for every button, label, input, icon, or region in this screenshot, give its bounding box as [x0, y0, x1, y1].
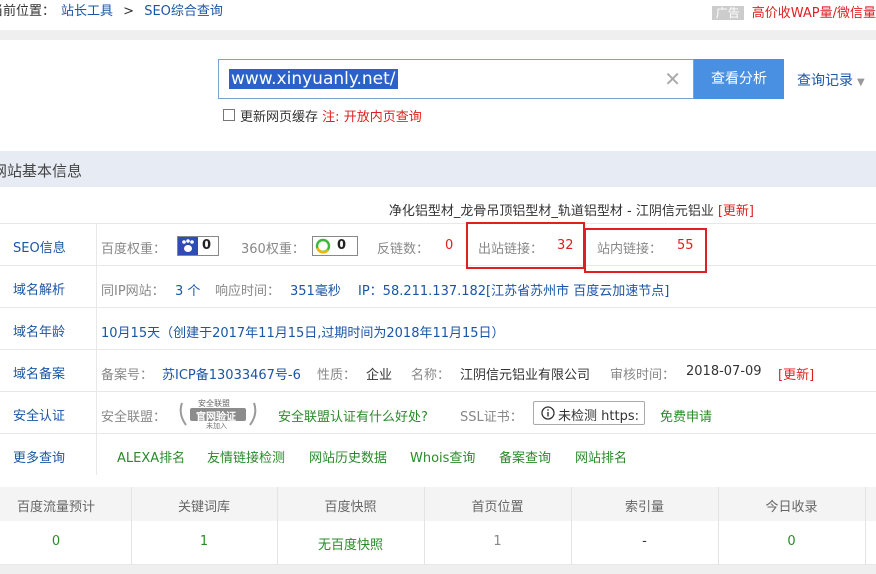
- stats-divider: [131, 487, 132, 565]
- backlinks-label: 反链数：: [377, 242, 430, 257]
- alliance-label: 安全联盟：: [101, 410, 167, 425]
- icp-label[interactable]: 域名备案: [13, 363, 65, 382]
- stats-value-today[interactable]: 0: [718, 534, 865, 549]
- dns-label[interactable]: 域名解析: [13, 279, 65, 298]
- site-title: 净化铝型材_龙骨吊顶铝型材_轨道铝型材 - 江阴信元铝业 [更新]: [389, 200, 754, 219]
- stats-divider: [865, 487, 866, 565]
- search-input-value[interactable]: www.xinyuanly.net/: [229, 69, 398, 89]
- table-column-divider: [96, 224, 97, 475]
- update-cache-checkbox[interactable]: [223, 109, 235, 121]
- search-input[interactable]: www.xinyuanly.net/ ✕: [218, 59, 694, 99]
- alliance-benefit-link[interactable]: 安全联盟认证有什么好处?: [278, 406, 428, 425]
- query-history-dropdown[interactable]: 查询记录 ▼: [797, 70, 865, 90]
- icp-no-value[interactable]: 苏ICP备13033467号-6: [162, 364, 301, 383]
- icp-audit-label: 审核时间：: [610, 368, 676, 383]
- site-title-update-link[interactable]: [更新]: [718, 204, 754, 219]
- ad-text[interactable]: 高价收WAP量/微信量: [752, 6, 876, 21]
- baidu-weight-badge[interactable]: 0: [177, 236, 219, 256]
- stats-value-index: -: [642, 534, 647, 549]
- stats-value-keywords[interactable]: 1: [131, 534, 277, 549]
- ip-info-link[interactable]: IP：58.211.137.182[江苏省苏州市 百度云加速节点]: [358, 280, 669, 299]
- stats-value-home-position: 1: [493, 534, 502, 549]
- section-header: 网站基本信息: [0, 151, 876, 187]
- stats-header-keywords: 关键词库: [177, 500, 230, 515]
- more-link-ranking[interactable]: 网站排名: [575, 447, 627, 466]
- stats-header-baidu-traffic: 百度流量预计: [16, 500, 95, 515]
- breadcrumb-item-seo[interactable]: SEO综合查询: [144, 4, 223, 19]
- domain-age-value: 10月15天（创建于2017年11月15日,过期时间为2018年11月15日）: [101, 326, 505, 341]
- outlinks-highlight-box: [466, 222, 585, 269]
- ssl-free-apply-link[interactable]: 免费申请: [660, 406, 712, 425]
- backlinks-value[interactable]: 0: [445, 238, 453, 253]
- top-divider: [0, 30, 876, 40]
- more-link-friend-links[interactable]: 友情链接检测: [207, 447, 285, 466]
- icp-no-label: 备案号：: [101, 368, 154, 383]
- response-time-value: 351毫秒: [290, 284, 341, 299]
- baidu-weight-label: 百度权重：: [101, 242, 167, 257]
- 360-logo-icon: [315, 238, 331, 254]
- w360-weight-badge[interactable]: 0: [312, 236, 358, 256]
- update-cache-label: 更新网页缓存 注: 开放内页查询: [240, 106, 422, 125]
- more-link-whois[interactable]: Whois查询: [410, 447, 475, 466]
- open-inner-page-link[interactable]: 开放内页查询: [344, 110, 422, 125]
- inlinks-highlight-box: [584, 228, 707, 273]
- stats-value-snapshot[interactable]: 无百度快照: [277, 534, 424, 553]
- icp-name-value: 江阴信元铝业有限公司: [460, 368, 591, 383]
- icp-name-label: 名称：: [411, 368, 451, 383]
- stats-divider: [424, 487, 425, 565]
- stats-header-home-position: 首页位置: [471, 500, 524, 515]
- cache-note-prefix: 注:: [322, 110, 340, 125]
- security-label[interactable]: 安全认证: [13, 405, 65, 424]
- breadcrumb-prefix: 当前位置：: [0, 4, 56, 19]
- stats-header-snapshot: 百度快照: [324, 500, 377, 515]
- ssl-check-button[interactable]: 未检测 https:: [533, 401, 645, 425]
- stats-divider: [571, 487, 572, 565]
- response-time-label: 响应时间：: [215, 284, 281, 299]
- analyze-button[interactable]: 查看分析: [694, 59, 784, 99]
- stats-header-today: 今日收录: [765, 500, 818, 515]
- stats-divider: [718, 487, 719, 565]
- ssl-label: SSL证书：: [460, 410, 523, 425]
- icp-nature-value: 企业: [366, 368, 393, 383]
- section-title: 网站基本信息: [0, 162, 83, 180]
- more-link-alexa[interactable]: ALEXA排名: [117, 447, 185, 466]
- w360-weight-label: 360权重：: [241, 242, 305, 257]
- stats-header-index: 索引量: [624, 500, 664, 515]
- more-link-history[interactable]: 网站历史数据: [309, 447, 387, 466]
- baidu-paw-icon: [178, 237, 198, 255]
- breadcrumb: 当前位置： 站长工具 > SEO综合查询: [0, 0, 229, 19]
- icp-audit-value: 2018-07-09: [686, 364, 762, 379]
- info-icon: [541, 406, 555, 420]
- alliance-logo-sub: 未加入: [206, 422, 227, 430]
- ad-tag: 广告: [711, 6, 744, 20]
- update-cache-text[interactable]: 更新网页缓存: [240, 110, 318, 125]
- top-ad[interactable]: 广告 高价收WAP量/微信量: [711, 2, 876, 21]
- query-history-label[interactable]: 查询记录: [797, 73, 853, 89]
- more-queries-label[interactable]: 更多查询: [13, 447, 65, 466]
- baidu-weight-value: 0: [202, 238, 212, 253]
- breadcrumb-separator: >: [123, 4, 135, 19]
- same-ip-value[interactable]: 3 个: [175, 280, 200, 299]
- ssl-check-label: 未检测 https:: [558, 409, 639, 424]
- same-ip-label: 同IP网站：: [101, 284, 165, 299]
- domain-age-label[interactable]: 域名年龄: [13, 321, 65, 340]
- icp-nature-label: 性质：: [317, 368, 357, 383]
- chevron-down-icon: ▼: [857, 77, 865, 88]
- breadcrumb-item-tools[interactable]: 站长工具: [61, 4, 113, 19]
- w360-weight-value: 0: [337, 238, 347, 253]
- stats-divider: [277, 487, 278, 565]
- icp-update-link[interactable]: [更新]: [778, 364, 814, 383]
- stats-value-baidu-traffic[interactable]: 0: [0, 534, 112, 549]
- site-title-text: 净化铝型材_龙骨吊顶铝型材_轨道铝型材 - 江阴信元铝业: [388, 204, 714, 219]
- clear-icon[interactable]: ✕: [664, 67, 681, 91]
- bottom-divider: [0, 565, 876, 574]
- seo-label[interactable]: SEO信息: [13, 237, 66, 256]
- more-link-icp[interactable]: 备案查询: [499, 447, 551, 466]
